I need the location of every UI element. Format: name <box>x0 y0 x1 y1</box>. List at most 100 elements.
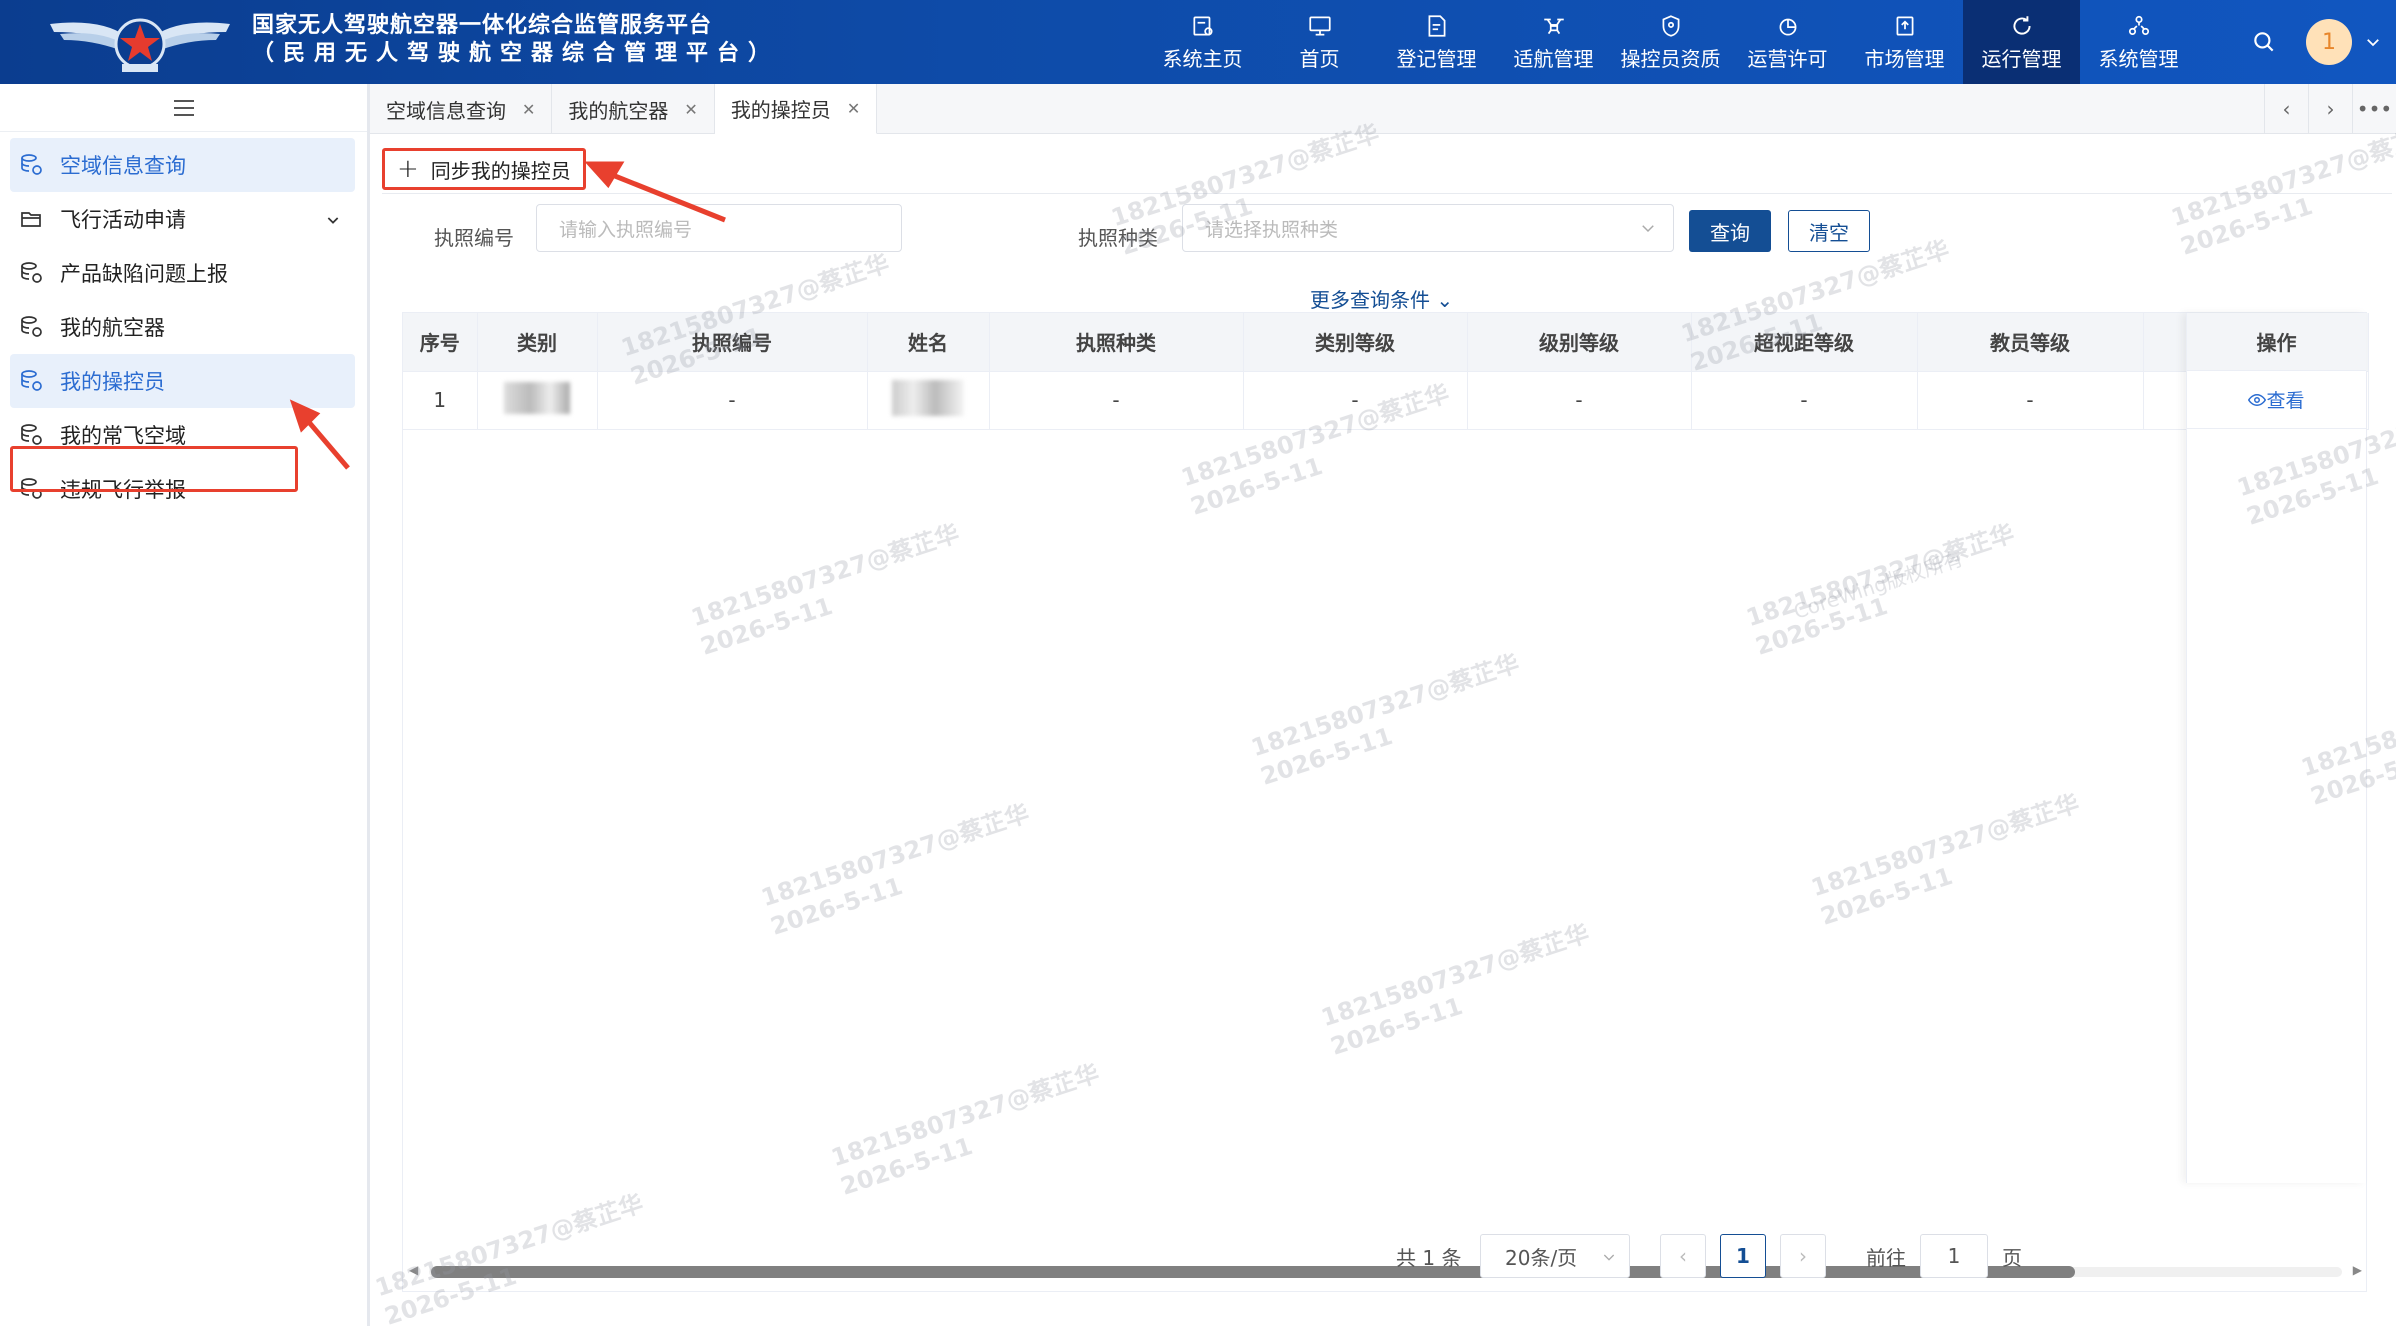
sidebar-item-label: 违规飞行举报 <box>60 478 186 502</box>
total-count: 共 1 条 <box>1396 1245 1462 1270</box>
sidebar-item-my-aircraft[interactable]: 我的航空器 <box>10 300 355 354</box>
chevron-down-icon <box>1642 225 1654 233</box>
tab-label: 我的操控员 <box>730 98 831 122</box>
tab-bar: 空域信息查询 ✕ 我的航空器 ✕ 我的操控员 ✕ ‹ › ••• <box>370 84 2396 134</box>
scroll-left-icon[interactable]: ◀ <box>409 1263 418 1277</box>
nav-airworthiness[interactable]: 适航管理 <box>1495 0 1612 84</box>
tab-label: 我的航空器 <box>568 98 669 123</box>
view-label: 查看 <box>2266 390 2305 412</box>
sidebar-item-frequent-airspace[interactable]: 我的常飞空域 <box>10 408 355 462</box>
nav-system-home[interactable]: 系统主页 <box>1144 0 1261 84</box>
main-content: 空域信息查询 ✕ 我的航空器 ✕ 我的操控员 ✕ ‹ › ••• + 同步我的操控员 … <box>370 84 2396 1326</box>
blurred-name <box>892 379 964 416</box>
top-header: 国家无人驾驶航空器一体化综合监管服务平台 （民用无人驾驶航空器综合管理平台） 系… <box>0 0 2396 84</box>
page-suffix: 页 <box>2002 1245 2022 1270</box>
nav-label: 操控员资质 <box>1620 46 1721 71</box>
network-icon <box>2128 15 2149 35</box>
sidebar-item-label: 我的常飞空域 <box>60 424 186 448</box>
sidebar-item-violation-report[interactable]: 违规飞行举报 <box>10 462 355 516</box>
cell-index: 1 <box>403 371 478 430</box>
sidebar-item-defect-report[interactable]: 产品缺陷问题上报 <box>10 246 355 300</box>
tab-airspace-query[interactable]: 空域信息查询 ✕ <box>370 84 553 134</box>
pagination: 共 1 条 20条/页 ‹ 1 › 前往 1 页 <box>1396 1234 2396 1280</box>
col-header-index: 序号 <box>403 313 478 372</box>
col-header-action: 操作 <box>2187 313 2366 371</box>
tab-scroll-left-icon[interactable]: ‹ <box>2264 84 2308 134</box>
page-size-value: 20条/页 <box>1505 1245 1578 1270</box>
sidebar-item-my-operators[interactable]: 我的操控员 <box>10 354 355 408</box>
more-query-toggle[interactable]: 更多查询条件 ⌄ <box>1310 284 1453 313</box>
close-icon[interactable]: ✕ <box>847 99 860 118</box>
chevron-down-icon[interactable] <box>2364 33 2382 51</box>
collapse-menu-button[interactable] <box>0 84 367 132</box>
next-page-button[interactable]: › <box>1780 1234 1826 1278</box>
cell-name <box>867 371 990 430</box>
blurred-category <box>504 381 570 414</box>
cell-category-level: - <box>1243 371 1468 430</box>
cell-category <box>477 371 598 430</box>
top-nav: 系统主页 首页 登记管理 适航管理 操控员资质 运营许可 市场管理 运行管理 系… <box>1144 0 2197 84</box>
nav-operation-management[interactable]: 运行管理 <box>1963 0 2080 84</box>
table-header-row: 序号 类别 执照编号 姓名 执照种类 类别等级 级别等级 超视距等级 教员等级 <box>403 313 2369 372</box>
license-type-select[interactable]: 请选择执照种类 <box>1182 204 1674 252</box>
title-line2: （民用无人驾驶航空器综合管理平台） <box>252 41 780 66</box>
nav-home[interactable]: 首页 <box>1261 0 1378 84</box>
sync-operators-button[interactable]: + 同步我的操控员 <box>382 148 586 190</box>
folder-icon <box>21 212 41 227</box>
title-line1: 国家无人驾驶航空器一体化综合监管服务平台 <box>252 13 713 38</box>
nav-registration[interactable]: 登记管理 <box>1378 0 1495 84</box>
close-icon[interactable]: ✕ <box>522 100 535 119</box>
plus-icon: + <box>397 154 419 184</box>
chevron-down-icon <box>1603 1254 1615 1261</box>
nav-label: 登记管理 <box>1396 46 1477 71</box>
database-icon <box>21 478 42 499</box>
col-header-instructor-level: 教员等级 <box>1917 313 2144 372</box>
view-button[interactable]: 查看 <box>2187 371 2366 429</box>
tab-my-operators[interactable]: 我的操控员 ✕ <box>714 84 878 134</box>
chevron-down-icon <box>327 217 339 224</box>
sidebar-item-label: 飞行活动申请 <box>60 208 186 232</box>
header-right: 1 <box>2244 0 2396 84</box>
close-icon[interactable]: ✕ <box>684 100 697 119</box>
database-icon <box>21 154 42 175</box>
refresh-icon <box>2012 15 2031 35</box>
nav-system-management[interactable]: 系统管理 <box>2080 0 2197 84</box>
nav-operating-license[interactable]: 运营许可 <box>1729 0 1846 84</box>
cell-bvlos-level: - <box>1691 371 1918 430</box>
license-type-label: 执照种类 <box>1078 226 1158 250</box>
search-button[interactable] <box>2244 22 2284 62</box>
page-size-select[interactable]: 20条/页 <box>1480 1234 1630 1278</box>
more-icon[interactable]: ••• <box>2352 84 2396 134</box>
clear-button[interactable]: 清空 <box>1788 210 1870 252</box>
license-no-input[interactable]: 请输入执照编号 <box>536 204 902 252</box>
filter-bar: 执照编号 请输入执照编号 执照种类 请选择执照种类 查询 清空 <box>370 204 2396 264</box>
nav-operator-qualification[interactable]: 操控员资质 <box>1612 0 1729 84</box>
avatar[interactable]: 1 <box>2306 19 2352 65</box>
tab-my-aircraft[interactable]: 我的航空器 ✕ <box>552 84 715 134</box>
eye-icon <box>2248 393 2267 406</box>
sidebar-item-airspace-query[interactable]: 空域信息查询 <box>10 138 355 192</box>
col-header-category-level: 类别等级 <box>1243 313 1468 372</box>
sidebar-menu: 空域信息查询 飞行活动申请 产品缺陷问题上报 我的航空器 我的操控员 我的常飞空… <box>0 132 367 516</box>
col-header-class-level: 级别等级 <box>1467 313 1692 372</box>
doc-gear-icon <box>1192 15 1213 36</box>
nav-market[interactable]: 市场管理 <box>1846 0 1963 84</box>
sidebar: 空域信息查询 飞行活动申请 产品缺陷问题上报 我的航空器 我的操控员 我的常飞空… <box>0 84 370 1326</box>
platform-title: 国家无人驾驶航空器一体化综合监管服务平台 （民用无人驾驶航空器综合管理平台） <box>252 12 779 68</box>
nav-label: 首页 <box>1299 46 1340 71</box>
tab-controls: ‹ › ••• <box>2264 84 2396 134</box>
chevron-down-icon: ⌄ <box>1430 288 1454 312</box>
goto-page-input[interactable]: 1 <box>1920 1234 1988 1278</box>
cell-license-no: - <box>597 371 868 430</box>
query-button[interactable]: 查询 <box>1689 210 1771 252</box>
hamburger-icon <box>173 99 194 116</box>
operators-table: 序号 类别 执照编号 姓名 执照种类 类别等级 级别等级 超视距等级 教员等级 … <box>402 312 2369 1292</box>
sidebar-item-flight-application[interactable]: 飞行活动申请 <box>10 192 355 246</box>
prev-page-button[interactable]: ‹ <box>1660 1234 1706 1278</box>
page-number-current[interactable]: 1 <box>1720 1234 1766 1278</box>
sync-label: 同步我的操控员 <box>430 158 571 183</box>
license-type-placeholder: 请选择执照种类 <box>1205 218 1339 241</box>
tab-scroll-right-icon[interactable]: › <box>2308 84 2352 134</box>
database-icon <box>21 424 42 445</box>
tab-label: 空域信息查询 <box>386 98 506 123</box>
